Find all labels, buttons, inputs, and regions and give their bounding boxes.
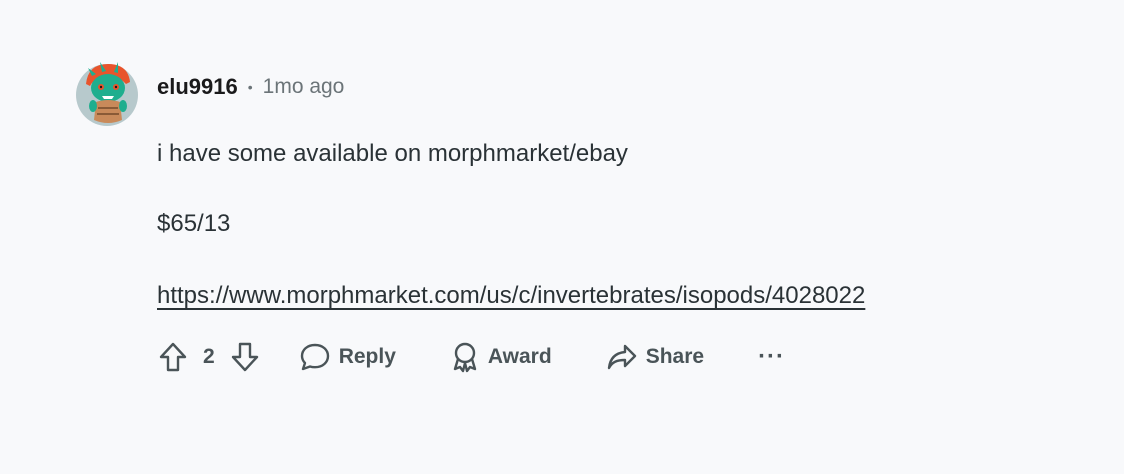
vote-count: 2 [203,345,215,368]
meta-separator: • [247,79,253,95]
vote-controls: 2 [155,339,263,375]
award-button[interactable]: Award [450,341,552,373]
share-button[interactable]: Share [606,342,704,372]
comment-actions: 2 Reply Award Share ··· [155,336,785,378]
award-icon [453,342,477,373]
share-label: Share [645,345,705,368]
comment: elu9916 • 1mo ago i have some available … [0,0,1124,474]
share-icon [607,344,636,370]
upvote-button[interactable] [155,339,191,375]
username-link[interactable]: elu9916 [157,74,238,100]
timestamp[interactable]: 1mo ago [263,75,345,99]
comment-meta: elu9916 • 1mo ago [157,73,344,101]
avatar[interactable] [76,58,138,126]
downvote-button[interactable] [227,339,263,375]
award-label: Award [487,345,552,368]
avatar-snoo-icon [86,62,130,123]
upvote-icon [159,342,187,372]
reply-label: Reply [338,345,396,368]
reply-icon [300,343,329,371]
more-icon: ··· [758,343,786,370]
comment-paragraph-link: https://www.morphmarket.com/us/c/inverte… [157,280,865,312]
comment-paragraph: $65/13 [157,210,231,237]
more-options-button[interactable]: ··· [758,343,785,371]
comment-link[interactable]: https://www.morphmarket.com/us/c/inverte… [157,282,865,309]
downvote-icon [231,342,258,372]
comment-paragraph: i have some available on morphmarket/eba… [157,140,628,167]
reply-button[interactable]: Reply [299,342,396,372]
